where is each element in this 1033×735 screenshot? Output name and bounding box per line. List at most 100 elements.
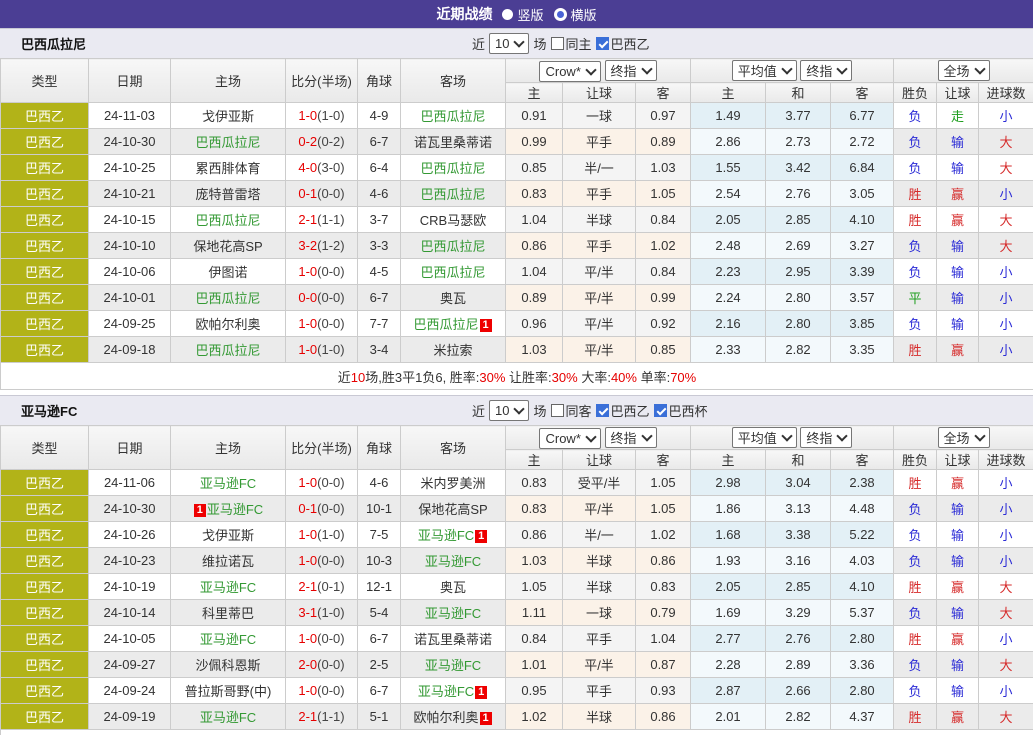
team-name-link[interactable]: CRB马瑟欧 [420,213,486,228]
avg-home-odds-cell: 1.86 [691,496,766,522]
team-name-link[interactable]: 伊图诺 [208,265,247,280]
odds-away-cell: 0.89 [636,129,691,155]
home-team-cell: 巴西瓜拉尼 [171,337,286,363]
avg-home-odds-cell: 2.24 [691,285,766,311]
same-venue-checkbox[interactable]: 同主 [551,34,592,53]
team-name-link[interactable]: 巴西瓜拉尼 [420,187,485,202]
fulltime-score: 0-2 [298,134,317,149]
odds-time-select[interactable]: 终指 [605,427,657,448]
team-name-link[interactable]: 巴西瓜拉尼 [195,135,260,150]
matches-table: 类型 日期 主场 比分(半场) 角球 客场 Crow* 终指 [0,58,1033,390]
match-row: 巴西乙 24-10-30 1亚马逊FC 0-1(0-0) 10-1 保地花高SP… [1,496,1033,522]
league-type-cell: 巴西乙 [1,626,89,652]
odds-time-select[interactable]: 终指 [605,60,657,81]
avg-away-odds-cell: 4.03 [831,548,894,574]
team-name-link[interactable]: 巴西瓜拉尼 [420,161,485,176]
match-count-select[interactable]: 10 [489,400,529,421]
date-cell: 24-11-06 [89,470,171,496]
odds-handicap-cell: 平手 [563,129,636,155]
team-name-link[interactable]: 庞特普雷塔 [195,187,260,202]
team-name-link[interactable]: 亚马逊FC [207,502,263,517]
col-score: 比分(半场) [286,426,358,470]
result-handicap-cell: 赢 [937,470,979,496]
team-name-link[interactable]: 亚马逊FC [418,528,474,543]
match-row: 巴西乙 24-10-30 巴西瓜拉尼 0-2(0-2) 6-7 诺瓦里桑蒂诺 0… [1,129,1033,155]
league-checkbox[interactable]: 巴西乙 [596,401,650,420]
team-name-link[interactable]: 巴西瓜拉尼 [420,239,485,254]
team-name-link[interactable]: 诺瓦里桑蒂诺 [414,632,492,647]
avg-home-odds-cell: 2.54 [691,181,766,207]
team-name-link[interactable]: 亚马逊FC [200,632,256,647]
league-type-cell: 巴西乙 [1,652,89,678]
team-name-link[interactable]: 巴西瓜拉尼 [420,109,485,124]
team-name-link[interactable]: 戈伊亚斯 [202,109,254,124]
halftime-score: (0-0) [317,475,344,490]
avg-home-odds-cell: 1.55 [691,155,766,181]
team-name-link[interactable]: 巴西瓜拉尼 [420,265,485,280]
team-name-link[interactable]: 保地花高SP [193,239,262,254]
avg-away-odds-cell: 3.05 [831,181,894,207]
team-name-link[interactable]: 亚马逊FC [200,580,256,595]
team-name-link[interactable]: 亚马逊FC [200,710,256,725]
team-name-link[interactable]: 奥瓦 [440,580,466,595]
avg-time-select[interactable]: 终指 [800,427,852,448]
team-name-link[interactable]: 普拉斯哥野(中) [185,684,272,699]
games-label: 场 [533,34,546,53]
fulltime-score: 1-0 [298,527,317,542]
date-cell: 24-10-19 [89,574,171,600]
team-name-link[interactable]: 巴西瓜拉尼 [195,291,260,306]
team-name-link[interactable]: 米内罗美洲 [420,476,485,491]
scope-select[interactable]: 全场 [938,427,990,448]
team-name-link[interactable]: 欧帕尔利奥 [195,317,260,332]
odds-handicap-cell: 受平/半 [563,470,636,496]
team-name-link[interactable]: 亚马逊FC [200,476,256,491]
odds-handicap-cell: 半/一 [563,522,636,548]
team-name-link[interactable]: 诺瓦里桑蒂诺 [414,135,492,150]
team-name-link[interactable]: 亚马逊FC [425,554,481,569]
league-checkbox[interactable]: 巴西乙 [596,34,650,53]
away-team-cell: 亚马逊FC1 [401,678,506,704]
team-name-link[interactable]: 保地花高SP [418,502,487,517]
match-row: 巴西乙 24-10-01 巴西瓜拉尼 0-0(0-0) 6-7 奥瓦 0.89 … [1,285,1033,311]
team-name-link[interactable]: 累西腓体育 [195,161,260,176]
team-name-link[interactable]: 科里蒂巴 [202,606,254,621]
fulltime-score: 4-0 [298,160,317,175]
avg-time-select[interactable]: 终指 [800,60,852,81]
bookmaker-select[interactable]: Crow* [539,61,600,82]
league-type-cell: 巴西乙 [1,181,89,207]
average-select[interactable]: 平均值 [732,60,797,81]
team-name-link[interactable]: 亚马逊FC [418,684,474,699]
near-label: 近 [472,401,485,420]
team-name-link[interactable]: 亚马逊FC [425,658,481,673]
team-name-link[interactable]: 维拉诺瓦 [202,554,254,569]
corner-cell: 5-1 [358,704,401,730]
match-count-select[interactable]: 10 [489,33,529,54]
team-name-link[interactable]: 巴西瓜拉尼 [195,343,260,358]
halftime-score: (0-2) [317,134,344,149]
fulltime-score: 3-2 [298,238,317,253]
home-team-cell: 戈伊亚斯 [171,522,286,548]
odds-handicap-cell: 一球 [563,600,636,626]
team-name-link[interactable]: 米拉索 [433,343,472,358]
layout-radio-vertical[interactable]: 竖版 [502,5,543,24]
score-cell: 1-0(0-0) [286,678,358,704]
scope-select[interactable]: 全场 [938,60,990,81]
result-handicap-cell: 输 [937,129,979,155]
team-name-link[interactable]: 巴西瓜拉尼 [195,213,260,228]
result-handicap-cell: 赢 [937,181,979,207]
team-name-link[interactable]: 戈伊亚斯 [202,528,254,543]
avg-draw-odds-cell: 2.89 [766,652,831,678]
team-name-link[interactable]: 欧帕尔利奥 [413,710,478,725]
layout-radio-horizontal[interactable]: 横版 [554,5,597,24]
same-venue-checkbox[interactable]: 同客 [551,401,592,420]
result-goals-cell: 小 [979,496,1033,522]
avg-away-odds-cell: 3.27 [831,233,894,259]
away-team-cell: 巴西瓜拉尼 [401,103,506,129]
average-select[interactable]: 平均值 [732,427,797,448]
bookmaker-select[interactable]: Crow* [539,428,600,449]
league-checkbox[interactable]: 巴西杯 [654,401,708,420]
team-name-link[interactable]: 巴西瓜拉尼 [413,317,478,332]
team-name-link[interactable]: 沙佩科恩斯 [195,658,260,673]
team-name-link[interactable]: 奥瓦 [440,291,466,306]
team-name-link[interactable]: 亚马逊FC [425,606,481,621]
